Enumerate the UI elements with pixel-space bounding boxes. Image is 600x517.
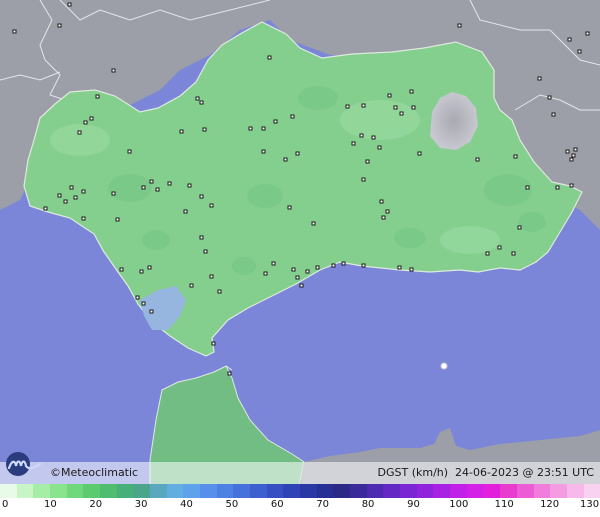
scale-swatch	[233, 484, 251, 498]
scale-swatch	[50, 484, 67, 498]
scale-swatch	[550, 484, 567, 498]
color-scale-labels: 0 10 20 30 40 50 60 70 80 90 100 110 120 130	[0, 499, 600, 515]
brand-name: Meteoclimatic	[61, 466, 139, 479]
scale-tick-label: 20	[89, 499, 103, 510]
scale-swatch	[333, 484, 351, 498]
color-scale-bar	[0, 484, 600, 498]
time-label: 23:51 UTC	[536, 466, 594, 479]
scale-swatch	[300, 484, 317, 498]
credit-text: ©Meteoclimatic	[50, 466, 138, 479]
scale-swatch	[516, 484, 534, 498]
scale-tick-label: 130	[580, 499, 600, 510]
scale-tick-label: 30	[134, 499, 148, 510]
scale-swatch	[266, 484, 284, 498]
scale-swatch	[416, 484, 434, 498]
scale-swatch	[533, 484, 551, 498]
scale-swatch	[133, 484, 151, 498]
scale-swatch	[0, 484, 17, 498]
meteoclimatic-logo	[6, 452, 42, 476]
at-separator: @	[522, 466, 534, 479]
scale-swatch	[250, 484, 267, 498]
scale-tick-label: 120	[540, 499, 560, 510]
scale-tick-label: 0	[2, 499, 9, 510]
scale-tick-label: 110	[494, 499, 514, 510]
variable-label: DGST	[377, 466, 409, 479]
scale-swatch	[283, 484, 301, 498]
color-scale-legend: 0 10 20 30 40 50 60 70 80 90 100 110 120 130	[0, 484, 600, 517]
scale-swatch	[350, 484, 367, 498]
scale-swatch	[566, 484, 584, 498]
unit-label: (km/h)	[411, 466, 449, 479]
scale-swatch	[433, 484, 451, 498]
scale-swatch	[483, 484, 501, 498]
scale-tick-label: 70	[316, 499, 330, 510]
scale-swatch	[150, 484, 167, 498]
scale-swatch	[466, 484, 484, 498]
scale-swatch	[33, 484, 51, 498]
scale-swatch	[216, 484, 234, 498]
scale-swatch	[450, 484, 467, 498]
scale-tick-label: 40	[180, 499, 193, 510]
date-label: 24-06-2023	[455, 466, 519, 479]
map-info: DGST (km/h) 24-06-2023 @ 23:51 UTC	[377, 466, 594, 479]
copyright-symbol: ©	[50, 466, 61, 479]
scale-swatch	[316, 484, 334, 498]
scale-swatch	[100, 484, 117, 498]
scale-swatch	[16, 484, 34, 498]
scale-tick-label: 60	[270, 499, 284, 510]
scale-swatch	[383, 484, 401, 498]
scale-tick-label: 100	[449, 499, 469, 510]
scale-tick-label: 10	[44, 499, 57, 510]
scale-tick-label: 50	[225, 499, 239, 510]
scale-swatch	[83, 484, 101, 498]
scale-tick-label: 90	[407, 499, 420, 510]
wind-gust-map	[0, 0, 600, 517]
scale-swatch	[166, 484, 184, 498]
alboran-island	[440, 362, 448, 370]
scale-swatch	[200, 484, 217, 498]
scale-swatch	[400, 484, 417, 498]
scale-tick-label: 80	[361, 499, 375, 510]
scale-swatch	[183, 484, 201, 498]
scale-swatch	[116, 484, 134, 498]
scale-swatch	[366, 484, 384, 498]
scale-swatch	[500, 484, 517, 498]
scale-swatch	[66, 484, 84, 498]
scale-swatch	[583, 484, 600, 498]
